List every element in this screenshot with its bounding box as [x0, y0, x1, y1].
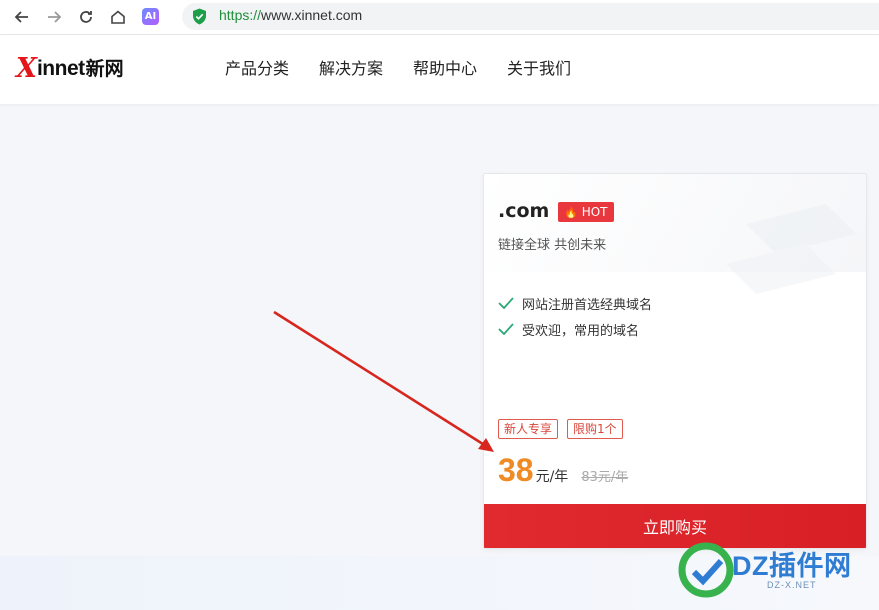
card-title: .com	[498, 200, 550, 222]
forward-arrow-icon[interactable]	[44, 7, 64, 27]
nav-item-help[interactable]: 帮助中心	[413, 58, 477, 80]
nav-item-about[interactable]: 关于我们	[507, 58, 571, 80]
feature-item: 受欢迎，常用的域名	[498, 316, 652, 342]
price-row: 38 元/年 83元/年	[498, 452, 628, 489]
check-icon	[498, 323, 514, 335]
feature-item: 网站注册首选经典域名	[498, 290, 652, 316]
promo-tags: 新人专享 限购1个	[498, 419, 632, 439]
original-price: 83元/年	[581, 470, 629, 485]
card-subtitle: 链接全球 共创未来	[498, 238, 607, 253]
url-scheme: https://	[219, 7, 262, 23]
hot-label: HOT	[581, 205, 608, 219]
watermark-text: DZ插件网	[732, 551, 852, 581]
flame-icon: 🔥	[564, 205, 578, 219]
feature-text: 网站注册首选经典域名	[522, 297, 653, 313]
nav-item-solutions[interactable]: 解决方案	[319, 58, 383, 80]
url-text[interactable]: https://www.xinnet.com	[219, 7, 362, 23]
secure-shield-icon[interactable]	[192, 8, 207, 25]
nav-item-products[interactable]: 产品分类	[225, 58, 289, 80]
logo-x: X	[16, 53, 37, 84]
tag-limit: 限购1个	[567, 419, 623, 439]
home-icon[interactable]	[108, 7, 128, 27]
feature-list: 网站注册首选经典域名 受欢迎，常用的域名	[498, 290, 652, 342]
site-header: Xinnet 新网 产品分类 解决方案 帮助中心 关于我们	[0, 35, 879, 104]
xinnet-logo[interactable]: Xinnet 新网	[16, 53, 124, 84]
ai-extension-icon[interactable]: AI	[142, 8, 159, 25]
feature-text: 受欢迎，常用的域名	[522, 323, 640, 339]
url-host: www.xinnet.com	[261, 7, 363, 23]
tag-new-user: 新人专享	[498, 419, 559, 439]
logo-wordmark: innet	[36, 57, 85, 80]
domain-product-card: .com 🔥 HOT 链接全球 共创未来 网站注册首选经典域名 受欢迎，常用的域…	[483, 173, 867, 549]
watermark-subtext: DZ-X.NET	[767, 580, 817, 590]
decorative-pattern	[726, 204, 856, 294]
reload-icon[interactable]	[76, 7, 96, 27]
logo-chinese: 新网	[85, 58, 124, 80]
price-unit: 元/年	[535, 469, 569, 485]
check-icon	[498, 297, 514, 309]
browser-toolbar: AI https://www.xinnet.com	[0, 0, 879, 35]
main-nav: 产品分类 解决方案 帮助中心 关于我们	[225, 58, 601, 80]
back-arrow-icon[interactable]	[12, 7, 32, 27]
price-value: 38	[498, 452, 534, 488]
hot-badge: 🔥 HOT	[558, 202, 614, 222]
